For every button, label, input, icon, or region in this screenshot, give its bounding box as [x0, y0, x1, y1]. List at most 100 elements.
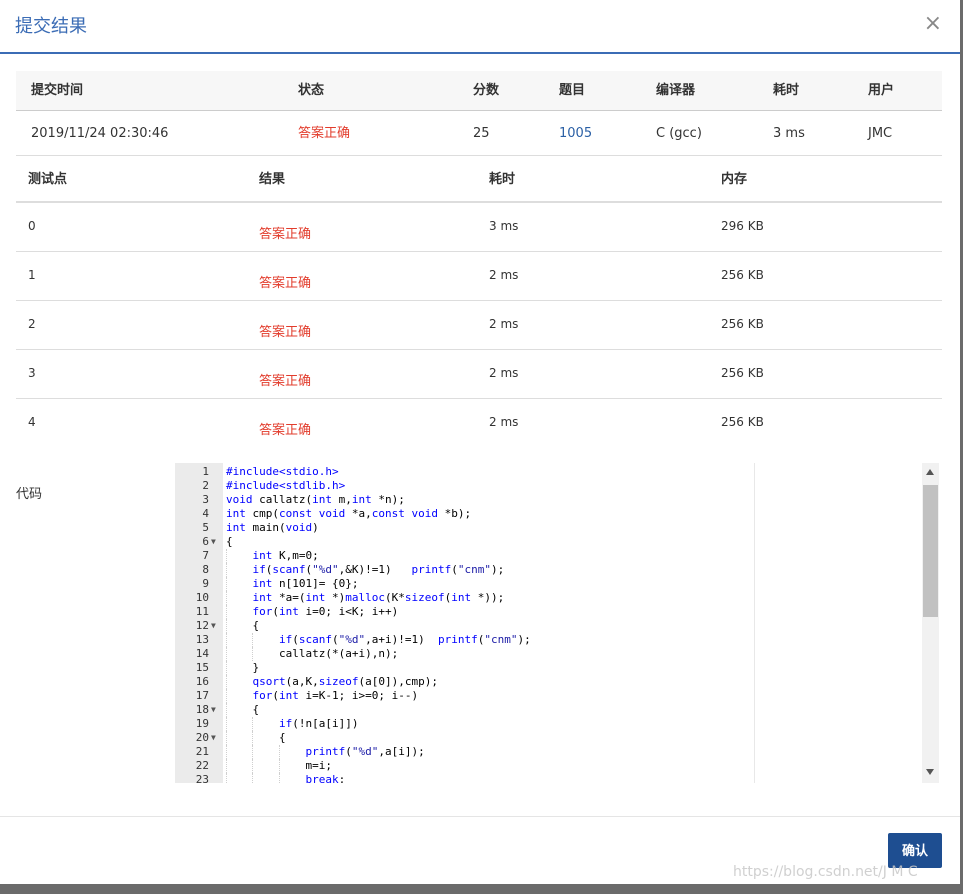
- testcase-memory: 256 KB: [721, 317, 764, 331]
- testcase-time: 3 ms: [489, 219, 519, 233]
- summary-header-row: 提交时间 状态 分数 题目 编译器 耗时 用户: [16, 71, 942, 111]
- code-text: printf("%d",a[i]);: [305, 745, 425, 758]
- testcase-row: 1 答案正确 2 ms 256 KB: [16, 252, 942, 301]
- testcase-id: 2: [28, 317, 36, 331]
- line-number: 4: [202, 507, 209, 520]
- code-line: 8 if(scanf("%d",&K)!=1) printf("cnm");: [175, 563, 915, 577]
- code-text: if(scanf("%d",a+i)!=1) printf("cnm");: [278, 633, 531, 646]
- header-compiler: 编译器: [656, 83, 696, 98]
- close-icon[interactable]: ×: [924, 10, 942, 38]
- code-text: break;: [305, 773, 346, 783]
- code-line: 15 }: [175, 661, 915, 675]
- line-number: 18: [195, 703, 209, 716]
- code-line: 3 void callatz(int m,int *n);: [175, 493, 915, 507]
- line-number: 23: [195, 773, 209, 783]
- code-text: int K,m=0;: [252, 549, 319, 562]
- testcase-row: 3 答案正确 2 ms 256 KB: [16, 350, 942, 399]
- header-testcase: 测试点: [28, 172, 68, 187]
- code-line: 21 printf("%d",a[i]);: [175, 745, 915, 759]
- code-line: 5 int main(void): [175, 521, 915, 535]
- code-text: {: [226, 731, 286, 744]
- fold-toggle-icon[interactable]: ▼: [211, 619, 216, 633]
- testcase-memory: 256 KB: [721, 415, 764, 429]
- header-status: 状态: [298, 83, 325, 98]
- summary-table: 提交时间 状态 分数 题目 编译器 耗时 用户 2019/11/24 02:30…: [16, 71, 942, 156]
- submit-time: 2019/11/24 02:30:46: [31, 126, 169, 141]
- testcase-result: 答案正确: [259, 325, 312, 340]
- user: JMC: [868, 126, 893, 141]
- line-number: 21: [195, 745, 209, 758]
- code-text: void callatz(int m,int *n);: [226, 493, 405, 506]
- line-number: 13: [195, 633, 209, 646]
- testcase-id: 3: [28, 366, 36, 380]
- code-line: 6 ▼ {: [175, 535, 915, 549]
- code-line: 18 ▼ {: [175, 703, 915, 717]
- testcase-rows: 0 答案正确 3 ms 296 KB 1 答案正确 2 ms 256 KB 2 答案正确 2 ms 2…: [16, 203, 942, 448]
- code-text: if(!n[a[i]]): [278, 717, 359, 730]
- watermark: https://blog.csdn.net/J M C: [733, 864, 918, 880]
- testcase-id: 0: [28, 219, 36, 233]
- header-result: 结果: [259, 172, 286, 187]
- testcase-id: 4: [28, 415, 36, 429]
- line-number: 3: [202, 493, 209, 506]
- scroll-down-icon[interactable]: [926, 769, 934, 775]
- code-line: 16 qsort(a,K,sizeof(a[0]),cmp);: [175, 675, 915, 689]
- duration: 3 ms: [773, 126, 805, 141]
- line-number: 17: [195, 689, 209, 702]
- testcase-time: 2 ms: [489, 366, 519, 380]
- code-lines: 1 #include<stdio.h> 2 #include<stdlib.h> 3 vo…: [175, 465, 915, 783]
- testcase-time: 2 ms: [489, 415, 519, 429]
- code-text: }: [226, 661, 260, 674]
- code-line: 22 m=i;: [175, 759, 915, 773]
- code-text: qsort(a,K,sizeof(a[0]),cmp);: [252, 675, 438, 688]
- code-line: 4 int cmp(const void *a,const void *b);: [175, 507, 915, 521]
- testcase-memory: 256 KB: [721, 366, 764, 380]
- line-number: 19: [195, 717, 209, 730]
- header-time: 耗时: [489, 172, 516, 187]
- testcase-id: 1: [28, 268, 36, 282]
- line-number: 10: [195, 591, 209, 604]
- code-text: if(scanf("%d",&K)!=1) printf("cnm");: [252, 563, 505, 576]
- fold-toggle-icon[interactable]: ▼: [211, 535, 216, 549]
- code-line: 20 ▼ {: [175, 731, 915, 745]
- code-line: 7 int K,m=0;: [175, 549, 915, 563]
- scroll-thumb[interactable]: [923, 485, 938, 617]
- line-number: 20: [195, 731, 209, 744]
- line-number: 12: [195, 619, 209, 632]
- line-number: 6: [202, 535, 209, 548]
- code-line: 11 for(int i=0; i<K; i++): [175, 605, 915, 619]
- code-text: #include<stdlib.h>: [226, 479, 346, 492]
- testcase-result: 答案正确: [259, 423, 312, 438]
- summary-row: 2019/11/24 02:30:46 答案正确 25 1005 C (gcc)…: [16, 111, 942, 156]
- line-number: 2: [202, 479, 209, 492]
- code-text: int n[101]= {0};: [252, 577, 359, 590]
- code-line: 9 int n[101]= {0};: [175, 577, 915, 591]
- testcase-memory: 256 KB: [721, 268, 764, 282]
- scroll-up-icon[interactable]: [926, 469, 934, 475]
- fold-toggle-icon[interactable]: ▼: [211, 731, 216, 745]
- testcase-memory: 296 KB: [721, 219, 764, 233]
- code-editor[interactable]: 1 #include<stdio.h> 2 #include<stdlib.h> 3 vo…: [175, 463, 940, 783]
- code-line: 19 if(!n[a[i]]): [175, 717, 915, 731]
- confirm-button[interactable]: 确认: [888, 833, 942, 868]
- header-user: 用户: [868, 83, 895, 98]
- code-line: 23 break;: [175, 773, 915, 783]
- testcase-result: 答案正确: [259, 276, 312, 291]
- testcase-time: 2 ms: [489, 317, 519, 331]
- header-duration: 耗时: [773, 83, 800, 98]
- code-text: for(int i=0; i<K; i++): [252, 605, 399, 618]
- problem-link[interactable]: 1005: [559, 111, 592, 156]
- line-number: 9: [202, 577, 209, 590]
- testcase-row: 2 答案正确 2 ms 256 KB: [16, 301, 942, 350]
- line-number: 8: [202, 563, 209, 576]
- code-line: 14 callatz(*(a+i),n);: [175, 647, 915, 661]
- modal-header: 提交结果 ×: [0, 0, 960, 54]
- submission-result-modal: 提交结果 × 提交时间 状态 分数 题目 编译器 耗时 用户 2019/11/2…: [0, 0, 960, 884]
- header-submit-time: 提交时间: [31, 83, 84, 98]
- editor-scrollbar[interactable]: [922, 463, 939, 783]
- code-line: 10 int *a=(int *)malloc(K*sizeof(int *))…: [175, 591, 915, 605]
- code-text: int main(void): [226, 521, 319, 534]
- line-number: 5: [202, 521, 209, 534]
- code-text: {: [226, 703, 260, 716]
- fold-toggle-icon[interactable]: ▼: [211, 703, 216, 717]
